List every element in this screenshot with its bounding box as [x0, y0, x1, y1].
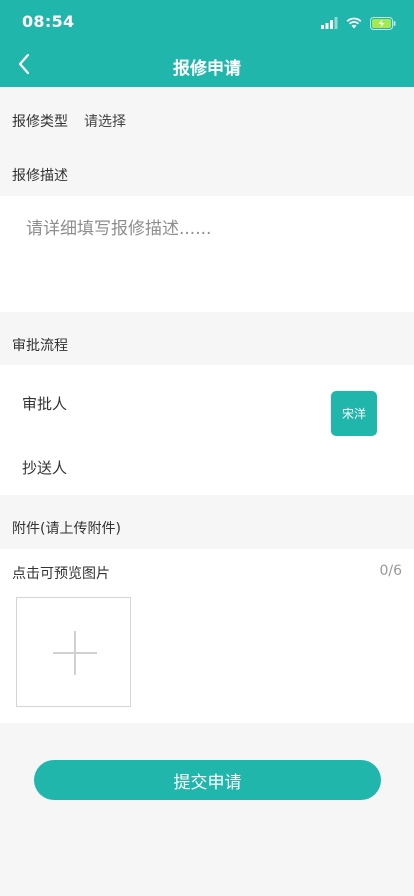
repair-type-label: 报修类型 — [12, 114, 68, 130]
repair-description-label: 报修描述 — [12, 168, 68, 184]
approver-chip[interactable]: 宋洋 — [331, 391, 377, 436]
submit-button[interactable]: 提交申请 — [34, 760, 381, 800]
attachments-panel: 点击可预览图片 0/6 — [0, 549, 414, 723]
signal-icon — [321, 17, 338, 29]
repair-description-box — [0, 196, 414, 312]
attachments-count: 0/6 — [379, 563, 402, 579]
nav-bar: 报修申请 — [0, 44, 414, 87]
attachments-label: 附件(请上传附件) — [12, 521, 121, 537]
attachments-hint: 点击可预览图片 — [12, 566, 110, 582]
repair-type-row[interactable]: 报修类型 请选择 — [0, 96, 414, 146]
page-title: 报修申请 — [173, 59, 241, 79]
wifi-icon — [346, 17, 362, 29]
approver-label: 审批人 — [22, 395, 68, 413]
battery-charging-icon — [370, 16, 396, 30]
status-bar: 08:54 — [0, 0, 414, 44]
repair-type-select[interactable]: 请选择 — [84, 111, 126, 131]
status-icons — [321, 14, 396, 32]
plus-icon — [53, 631, 97, 675]
repair-description-input[interactable] — [0, 196, 414, 312]
approval-flow-panel: 审批人 宋洋 抄送人 — [0, 365, 414, 495]
header: 08:54 报修申请 — [0, 0, 414, 87]
cc-label[interactable]: 抄送人 — [22, 457, 67, 478]
status-time: 08:54 — [22, 12, 75, 31]
upload-image-button[interactable] — [16, 597, 131, 707]
approval-flow-label: 审批流程 — [12, 338, 68, 354]
